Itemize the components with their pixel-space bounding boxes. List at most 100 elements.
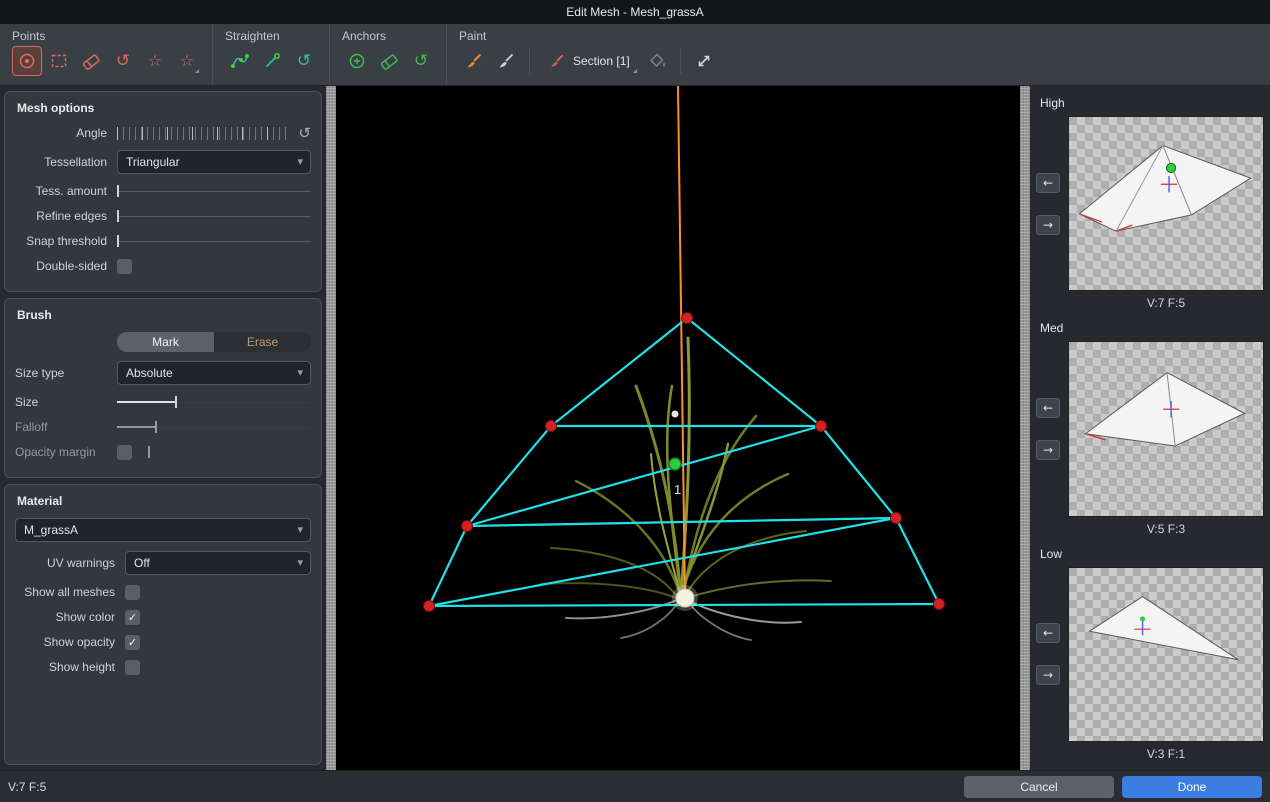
paint-section-button[interactable]: Section [1] [538, 46, 640, 76]
lod-card-high: High ← → [1036, 90, 1264, 315]
right-splitter[interactable] [1020, 86, 1030, 770]
mesh-vertex[interactable] [934, 599, 945, 610]
arrow-left-button[interactable]: ← [1036, 623, 1060, 643]
show-color-label: Show color [15, 610, 115, 624]
refine-edges-slider[interactable] [117, 210, 311, 222]
falloff-label: Falloff [15, 420, 107, 434]
origin-point[interactable] [676, 589, 694, 607]
mesh-options-section: Mesh options Angle ↺ Tessellation Triang… [4, 91, 322, 292]
mesh-vertex[interactable] [424, 601, 435, 612]
lod-high-mesh-preview [1069, 117, 1263, 290]
mesh-vertex[interactable] [546, 421, 557, 432]
paint-divider [529, 48, 530, 74]
anchor-point-green[interactable] [669, 458, 681, 470]
reset-angle-icon[interactable]: ↺ [298, 126, 311, 141]
uv-warnings-row: UV warnings Off ▾ [15, 551, 311, 575]
chevron-down-icon: ▾ [297, 367, 303, 378]
opacity-margin-checkbox[interactable] [117, 445, 132, 460]
paint-group-label: Paint [459, 29, 719, 43]
double-sided-checkbox[interactable] [117, 259, 132, 274]
straighten-path-tool[interactable] [225, 46, 255, 76]
slider-fill [117, 426, 155, 428]
mark-erase-row: Mark Erase [15, 332, 311, 352]
tess-amount-row: Tess. amount [15, 183, 311, 199]
mesh-vertex[interactable] [462, 521, 473, 532]
opacity-margin-row: Opacity margin [15, 444, 311, 460]
lod-med-thumbnail [1068, 341, 1264, 516]
arrow-right-button[interactable]: → [1036, 215, 1060, 235]
line-node-icon [262, 51, 282, 71]
straighten-line-tool[interactable] [257, 46, 287, 76]
lod-med-title: Med [1040, 321, 1264, 335]
expand-tool[interactable] [689, 46, 719, 76]
lod-low-arrows: ← → [1036, 567, 1068, 742]
arrow-left-button[interactable]: ← [1036, 398, 1060, 418]
size-type-value: Absolute [126, 366, 173, 380]
status-bar: V:7 F:5 Cancel Done [0, 770, 1270, 802]
show-opacity-row: Show opacity ✓ [15, 634, 311, 650]
marquee-select-tool[interactable] [44, 46, 74, 76]
undo-icon: ↺ [297, 53, 311, 70]
show-opacity-checkbox[interactable]: ✓ [125, 635, 140, 650]
show-height-label: Show height [15, 660, 115, 674]
arrow-left-button[interactable]: ← [1036, 173, 1060, 193]
mesh-vertex[interactable] [891, 513, 902, 524]
point-icon [17, 51, 37, 71]
lod-high-thumbnail [1068, 116, 1264, 291]
mark-points-paint-tool[interactable]: ☆ [172, 46, 202, 76]
double-sided-label: Double-sided [15, 259, 107, 273]
tess-amount-slider[interactable] [117, 185, 311, 197]
done-button[interactable]: Done [1122, 776, 1262, 798]
paint-color-tool[interactable] [459, 46, 489, 76]
mesh-vertex[interactable] [682, 313, 693, 324]
chevron-down-icon: ▾ [297, 156, 303, 167]
mesh-edge [467, 518, 896, 526]
edit-mesh-window: Edit Mesh - Mesh_grassA Points ↺ ☆ [0, 0, 1270, 802]
paint-bucket-icon [647, 51, 667, 71]
toolbar-group-straighten: Straighten ↺ [213, 24, 329, 85]
mark-option[interactable]: Mark [117, 332, 214, 352]
erase-points-tool[interactable] [76, 46, 106, 76]
slider-groove [119, 241, 311, 242]
erase-option[interactable]: Erase [214, 332, 311, 352]
mesh-edge [467, 426, 821, 526]
show-opacity-label: Show opacity [15, 635, 115, 649]
falloff-slider[interactable] [117, 421, 311, 433]
show-color-checkbox[interactable]: ✓ [125, 610, 140, 625]
add-point-tool[interactable] [12, 46, 42, 76]
left-splitter[interactable] [326, 86, 336, 770]
paint-divider [680, 48, 681, 74]
angle-ruler-slider[interactable] [117, 127, 289, 140]
material-dropdown[interactable]: M_grassA ▾ [15, 518, 311, 542]
arrow-right-button[interactable]: → [1036, 665, 1060, 685]
snap-threshold-slider[interactable] [117, 235, 311, 247]
erase-anchor-tool[interactable] [374, 46, 404, 76]
mark-points-tool[interactable]: ☆ [140, 46, 170, 76]
points-group-label: Points [12, 29, 202, 43]
lod-panel: High ← → [1030, 86, 1270, 770]
undo-anchor-tool[interactable]: ↺ [406, 46, 436, 76]
show-height-checkbox[interactable] [125, 660, 140, 675]
lod-low-mesh-preview [1069, 568, 1263, 741]
cancel-button[interactable]: Cancel [964, 776, 1114, 798]
size-slider[interactable] [117, 396, 311, 408]
add-anchor-tool[interactable] [342, 46, 372, 76]
viewport-canvas[interactable]: 1 [336, 86, 1020, 770]
anchor-point-small[interactable] [672, 411, 679, 418]
size-row: Size [15, 394, 311, 410]
undo-straighten-tool[interactable]: ↺ [289, 46, 319, 76]
size-type-dropdown[interactable]: Absolute ▾ [117, 361, 311, 385]
refine-edges-row: Refine edges [15, 208, 311, 224]
lod-high-stats: V:7 F:5 [1068, 296, 1264, 310]
fill-tool[interactable] [642, 46, 672, 76]
uv-warnings-dropdown[interactable]: Off ▾ [125, 551, 311, 575]
opacity-margin-handle[interactable] [148, 446, 150, 458]
show-all-meshes-checkbox[interactable] [125, 585, 140, 600]
paint-opacity-tool[interactable] [491, 46, 521, 76]
mesh-vertex[interactable] [816, 421, 827, 432]
titlebar: Edit Mesh - Mesh_grassA [0, 0, 1270, 24]
tessellation-dropdown[interactable]: Triangular ▾ [117, 150, 311, 174]
arrow-right-button[interactable]: → [1036, 440, 1060, 460]
brush-title: Brush [17, 308, 311, 322]
undo-points-tool[interactable]: ↺ [108, 46, 138, 76]
